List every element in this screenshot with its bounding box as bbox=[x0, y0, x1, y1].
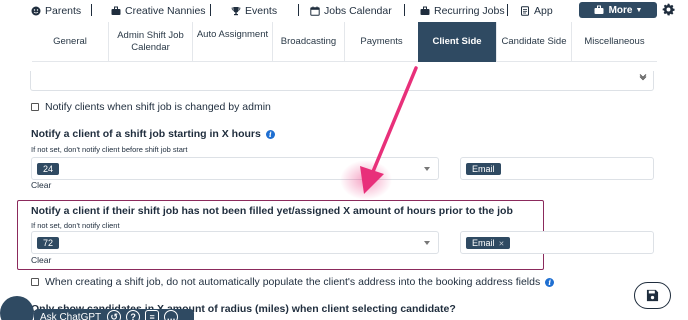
floating-action-button[interactable] bbox=[0, 296, 34, 320]
starting-section-title-text: Notify a client of a shift job starting … bbox=[31, 128, 261, 140]
nav-separator bbox=[404, 4, 405, 16]
starting-clear-link[interactable]: Clear bbox=[31, 180, 51, 190]
nav-separator bbox=[507, 4, 508, 16]
chip-label: Email bbox=[472, 164, 495, 174]
remove-chip-icon[interactable]: ✕ bbox=[499, 241, 505, 248]
chevron-down-icon bbox=[639, 74, 647, 81]
chatgpt-widget-label: Ask ChatGPT bbox=[40, 311, 102, 320]
annotation-arrow bbox=[340, 66, 418, 200]
selected-channel-chip[interactable]: Email ✕ bbox=[466, 237, 511, 249]
briefcase-icon bbox=[420, 6, 430, 15]
nav-item-label: Jobs Calendar bbox=[324, 4, 392, 17]
nav-separator bbox=[298, 4, 299, 16]
chatgpt-widget-bar[interactable]: Ask ChatGPT ↺ ? ≡ … bbox=[34, 309, 194, 320]
help-icon[interactable]: ? bbox=[126, 310, 141, 320]
info-icon[interactable]: i bbox=[545, 277, 555, 287]
calendar-icon bbox=[310, 6, 320, 16]
save-icon bbox=[646, 289, 659, 302]
tab-miscellaneous[interactable]: Miscellaneous bbox=[571, 22, 657, 62]
nav-item-app[interactable]: App bbox=[520, 3, 553, 18]
unfilled-clear-link[interactable]: Clear bbox=[31, 255, 51, 265]
tab-client-side[interactable]: Client Side bbox=[418, 22, 496, 62]
tab-general[interactable]: General bbox=[32, 22, 108, 62]
tab-label: Admin Shift Job Calendar bbox=[117, 30, 184, 53]
chip-label: 72 bbox=[43, 238, 54, 248]
nav-item-label: Parents bbox=[45, 4, 82, 17]
info-icon[interactable]: i bbox=[265, 129, 275, 139]
selected-channel-chip[interactable]: Email bbox=[466, 163, 501, 175]
starting-section-hint: If not set, don't notify client before s… bbox=[31, 145, 188, 154]
nav-item-creative-nannies[interactable]: Creative Nannies bbox=[111, 3, 206, 18]
tab-payments[interactable]: Payments bbox=[344, 22, 418, 62]
selected-hours-chip[interactable]: 72 bbox=[37, 237, 60, 249]
tab-broadcasting[interactable]: Broadcasting bbox=[272, 22, 344, 62]
nav-item-jobs-calendar[interactable]: Jobs Calendar bbox=[310, 3, 392, 18]
unfilled-hours-select[interactable]: 72 bbox=[31, 231, 439, 254]
tab-label: General bbox=[53, 36, 87, 47]
nav-separator bbox=[91, 4, 92, 16]
nav-item-label: Creative Nannies bbox=[125, 4, 206, 17]
top-navigation: Parents Creative Nannies Events Jobs Cal… bbox=[0, 0, 688, 21]
more-menu-button[interactable]: More ▼ bbox=[579, 2, 657, 18]
chevron-down-icon bbox=[424, 241, 430, 245]
tab-label: Payments bbox=[360, 36, 403, 47]
nav-item-events[interactable]: Events bbox=[231, 3, 277, 18]
tab-candidate-side[interactable]: Candidate Side bbox=[496, 22, 571, 62]
document-icon bbox=[521, 5, 529, 16]
selected-hours-chip[interactable]: 24 bbox=[37, 163, 60, 175]
notify-admin-change-label: Notify clients when shift job is changed… bbox=[45, 101, 271, 113]
nav-item-label: Events bbox=[245, 4, 278, 17]
more-icon[interactable]: … bbox=[164, 310, 179, 320]
nav-separator bbox=[210, 4, 211, 16]
address-populate-label: When creating a shift job, do not automa… bbox=[45, 276, 541, 288]
notify-admin-change-checkbox[interactable] bbox=[31, 103, 39, 111]
tab-auto-assignment[interactable]: Auto Assignment bbox=[192, 22, 272, 62]
briefcase-icon bbox=[594, 5, 604, 14]
briefcase-icon bbox=[111, 6, 121, 15]
tab-admin-shift-job-calendar[interactable]: Admin Shift Job Calendar bbox=[108, 22, 192, 62]
gear-icon[interactable] bbox=[662, 3, 675, 16]
chevron-down-icon: ▼ bbox=[635, 6, 643, 14]
tab-label: Broadcasting bbox=[280, 36, 337, 47]
nav-item-recurring-jobs[interactable]: Recurring Jobs bbox=[420, 3, 505, 18]
trophy-icon bbox=[231, 6, 241, 15]
tab-label: Client Side bbox=[432, 36, 482, 47]
address-populate-checkbox[interactable] bbox=[31, 278, 39, 286]
nav-item-parents[interactable]: Parents bbox=[31, 3, 81, 18]
starting-section-title: Notify a client of a shift job starting … bbox=[31, 128, 275, 140]
tab-label: Auto Assignment bbox=[196, 29, 269, 40]
save-button[interactable] bbox=[634, 282, 671, 309]
more-menu-label: More bbox=[608, 4, 633, 16]
unfilled-channel-select[interactable]: Email ✕ bbox=[460, 231, 654, 254]
chip-label: Email bbox=[472, 238, 495, 248]
nav-item-label: Recurring Jobs bbox=[434, 4, 505, 17]
tab-label: Candidate Side bbox=[501, 36, 567, 47]
settings-tabs: General Admin Shift Job Calendar Auto As… bbox=[32, 22, 657, 62]
notify-admin-change-row: Notify clients when shift job is changed… bbox=[31, 101, 271, 113]
chip-label: 24 bbox=[43, 164, 54, 174]
nav-item-label: App bbox=[534, 4, 553, 17]
history-icon[interactable]: ↺ bbox=[107, 310, 122, 320]
starting-channel-select[interactable]: Email bbox=[460, 157, 654, 180]
unfilled-section-hint: If not set, don't notify client bbox=[31, 221, 120, 230]
smiley-icon bbox=[31, 6, 41, 15]
tab-label: Miscellaneous bbox=[584, 36, 645, 47]
address-populate-row: When creating a shift job, do not automa… bbox=[31, 276, 555, 288]
unfilled-section-title-text: Notify a client if their shift job has n… bbox=[31, 205, 513, 217]
document-icon[interactable]: ≡ bbox=[145, 310, 160, 320]
unfilled-section-title: Notify a client if their shift job has n… bbox=[31, 205, 513, 217]
